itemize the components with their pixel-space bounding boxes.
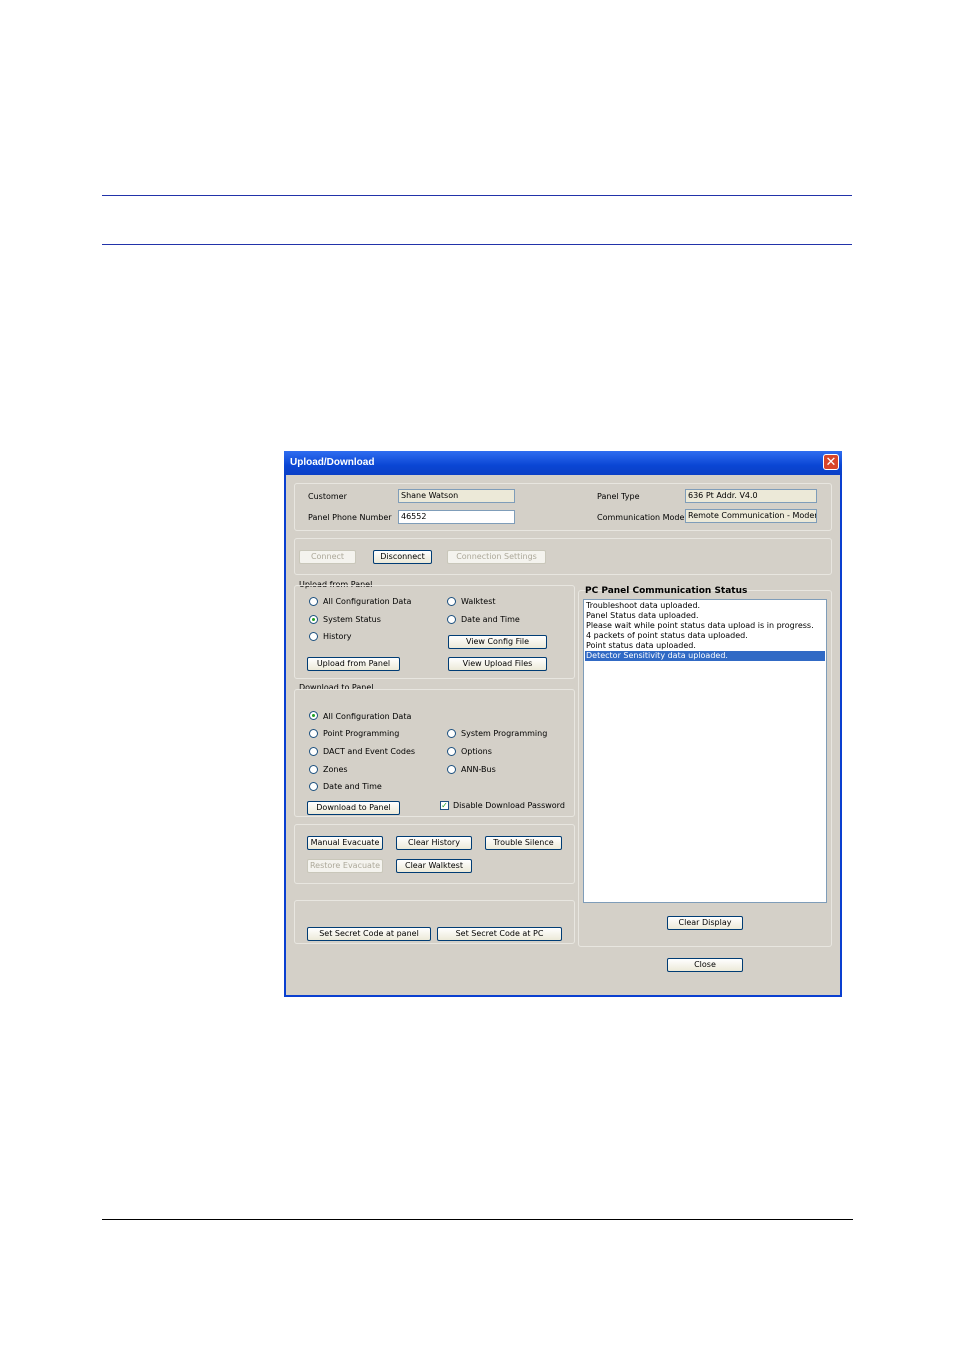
set-secret-code-pc-button[interactable]: Set Secret Code at PC — [437, 927, 562, 941]
panel-phone-label: Panel Phone Number — [308, 513, 392, 522]
trouble-silence-button[interactable]: Trouble Silence — [485, 836, 562, 850]
status-line: Please wait while point status data uplo… — [586, 621, 814, 630]
upload-radio-all-config[interactable] — [309, 597, 318, 606]
upload-radio-walktest[interactable] — [447, 597, 456, 606]
upload-option-history: History — [323, 632, 352, 641]
download-option-system-programming: System Programming — [461, 729, 548, 738]
disable-download-password-label: Disable Download Password — [453, 801, 565, 810]
download-radio-point-programming[interactable] — [309, 729, 318, 738]
download-radio-options[interactable] — [447, 747, 456, 756]
download-option-point-programming: Point Programming — [323, 729, 400, 738]
download-option-all-config: All Configuration Data — [323, 712, 412, 721]
download-radio-all-config[interactable] — [309, 711, 318, 720]
dialog-client: Customer Shane Watson Panel Phone Number… — [286, 475, 840, 995]
window-title: Upload/Download — [290, 457, 375, 468]
upload-download-window: Upload/Download ✕ Customer Shane Watson … — [284, 451, 842, 997]
comm-mode-label: Communication Mode — [597, 513, 685, 522]
download-option-zones: Zones — [323, 765, 348, 774]
status-title: PC Panel Communication Status — [585, 586, 748, 596]
status-listbox[interactable]: Troubleshoot data uploaded. Panel Status… — [583, 599, 827, 903]
download-radio-zones[interactable] — [309, 765, 318, 774]
upload-radio-history[interactable] — [309, 632, 318, 641]
upload-from-panel-button[interactable]: Upload from Panel — [307, 657, 400, 671]
second-rule — [102, 244, 852, 245]
customer-label: Customer — [308, 492, 347, 501]
comm-mode-field[interactable]: Remote Communication - Modem — [685, 509, 817, 523]
status-line: 4 packets of point status data uploaded. — [586, 631, 748, 640]
download-to-panel-button[interactable]: Download to Panel — [307, 801, 400, 815]
download-option-ann-bus: ANN-Bus — [461, 765, 496, 774]
clear-display-button[interactable]: Clear Display — [667, 916, 743, 930]
status-line: Troubleshoot data uploaded. — [586, 601, 701, 610]
status-line: Panel Status data uploaded. — [586, 611, 699, 620]
top-rule — [102, 195, 852, 196]
footer-rule — [102, 1219, 853, 1220]
download-radio-date-time[interactable] — [309, 782, 318, 791]
download-option-options: Options — [461, 747, 492, 756]
restore-evacuate-button[interactable]: Restore Evacuate — [307, 859, 383, 873]
panel-phone-field[interactable]: 46552 — [398, 510, 515, 524]
set-secret-code-panel-button[interactable]: Set Secret Code at panel — [307, 927, 431, 941]
customer-field[interactable]: Shane Watson — [398, 489, 515, 503]
actions-group — [294, 824, 575, 884]
upload-option-all-config: All Configuration Data — [323, 597, 412, 606]
upload-option-date-time: Date and Time — [461, 615, 520, 624]
view-upload-files-button[interactable]: View Upload Files — [448, 657, 547, 671]
upload-option-walktest: Walktest — [461, 597, 496, 606]
upload-radio-system-status[interactable] — [309, 615, 318, 624]
connection-settings-button[interactable]: Connection Settings — [447, 550, 546, 564]
download-option-date-time: Date and Time — [323, 782, 382, 791]
close-icon[interactable]: ✕ — [823, 454, 839, 470]
upload-option-system-status: System Status — [323, 615, 381, 624]
download-radio-dact[interactable] — [309, 747, 318, 756]
clear-history-button[interactable]: Clear History — [396, 836, 472, 850]
download-option-dact: DACT and Event Codes — [323, 747, 416, 756]
view-config-file-button[interactable]: View Config File — [448, 635, 547, 649]
disable-download-password-checkbox[interactable]: ✓ — [440, 801, 449, 810]
status-line: Point status data uploaded. — [586, 641, 696, 650]
download-radio-ann-bus[interactable] — [447, 765, 456, 774]
panel-type-field[interactable]: 636 Pt Addr. V4.0 — [685, 489, 817, 503]
connect-button[interactable]: Connect — [299, 550, 356, 564]
manual-evacuate-button[interactable]: Manual Evacuate — [307, 836, 383, 850]
close-button[interactable]: Close — [667, 958, 743, 972]
upload-radio-date-time[interactable] — [447, 615, 456, 624]
status-line-selected: Detector Sensitivity data uploaded. — [585, 651, 825, 661]
disconnect-button[interactable]: Disconnect — [373, 550, 432, 564]
title-bar[interactable]: Upload/Download ✕ — [284, 451, 842, 475]
download-radio-system-programming[interactable] — [447, 729, 456, 738]
panel-type-label: Panel Type — [597, 492, 640, 501]
clear-walktest-button[interactable]: Clear Walktest — [396, 859, 472, 873]
